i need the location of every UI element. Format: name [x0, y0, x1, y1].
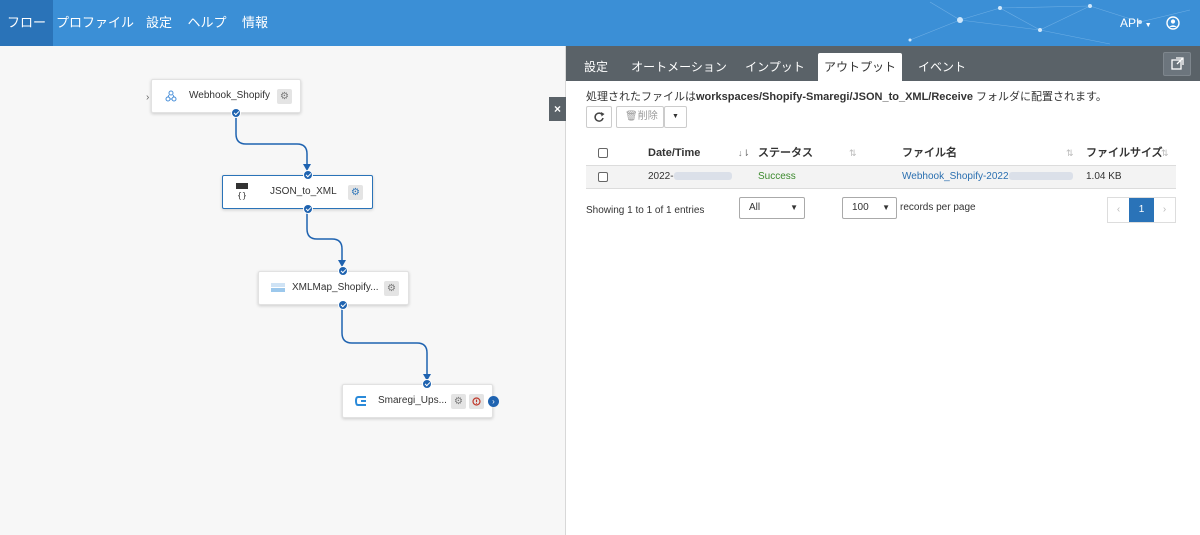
pagination: ‹ 1 › — [1107, 197, 1176, 223]
row-checkbox[interactable] — [598, 172, 608, 182]
gear-icon[interactable]: ⚙ — [384, 281, 399, 296]
per-page-label: records per page — [900, 202, 976, 213]
flow-node-json-to-xml[interactable]: {} JSON_to_XML ⚙ — [222, 170, 373, 214]
webhook-icon — [164, 89, 180, 103]
delete-label: 削除 — [637, 111, 658, 122]
gear-icon[interactable]: ⚙ — [277, 89, 292, 104]
caret-down-icon: ▼ — [1144, 22, 1152, 29]
nav-flow[interactable]: フロー — [0, 0, 53, 46]
refresh-icon — [594, 112, 605, 122]
smaregi-icon — [354, 394, 370, 408]
col-filename[interactable]: ファイル名 — [902, 141, 957, 165]
sort-icon[interactable]: ⇅ — [849, 141, 857, 165]
sort-icon[interactable]: ⇅ — [1161, 141, 1169, 165]
top-navbar: フロー プロファイル 設定 ヘルプ 情報 API ▼ — [0, 0, 1200, 46]
page-1-button[interactable]: 1 — [1129, 198, 1154, 222]
select-all-checkbox[interactable] — [598, 148, 608, 158]
node-label: JSON_to_XML — [270, 186, 337, 197]
info-path: workspaces/Shopify-Smaregi/JSON_to_XML/R… — [696, 91, 973, 103]
sort-icon[interactable]: ⇅ — [1066, 141, 1074, 165]
svg-text:{}: {} — [237, 191, 247, 200]
cell-filename[interactable]: Webhook_Shopify-2022 — [902, 166, 1073, 188]
gear-icon[interactable]: ⚙ — [451, 394, 466, 409]
caret-down-icon: ▼ — [790, 203, 798, 212]
delete-button[interactable]: 🗑削除 — [616, 106, 664, 128]
gear-icon[interactable]: ⚙ — [348, 185, 363, 200]
tab-automation[interactable]: オートメーション — [626, 53, 732, 81]
json-icon: {} — [235, 183, 251, 200]
cell-status: Success — [758, 171, 796, 182]
next-page-button[interactable]: › — [1154, 198, 1175, 222]
node-label: Webhook_Shopify — [189, 90, 270, 101]
row-divider — [586, 188, 1176, 189]
output-port[interactable] — [303, 204, 313, 214]
nav-settings[interactable]: 設定 — [137, 0, 181, 46]
error-icon[interactable] — [469, 394, 484, 409]
detail-panel: 設定 オートメーション インプット アウトプット イベント 処理されたファイルは… — [566, 46, 1200, 535]
flow-canvas[interactable]: › Webhook_Shopify ⚙ {} JSON_to_XML ⚙ XML… — [0, 46, 566, 535]
caret-down-icon: ▼ — [672, 113, 679, 120]
info-prefix: 処理されたファイルは — [586, 91, 696, 103]
sort-desc-icon[interactable]: ↓⇂ — [738, 141, 750, 165]
prev-page-button[interactable]: ‹ — [1108, 198, 1129, 222]
api-menu[interactable]: API ▼ — [1120, 0, 1152, 46]
delete-dropdown-button[interactable]: ▼ — [664, 106, 687, 128]
chevron-right-icon: › — [146, 92, 150, 103]
filter-value: All — [749, 202, 761, 213]
cell-filesize: 1.04 KB — [1086, 171, 1122, 182]
close-panel-button[interactable]: × — [549, 97, 566, 121]
filter-select[interactable]: All ▼ — [739, 197, 805, 219]
redacted-block — [1008, 172, 1073, 181]
col-status[interactable]: ステータス — [758, 141, 813, 165]
output-port[interactable] — [338, 300, 348, 310]
output-port[interactable] — [231, 108, 241, 118]
refresh-button[interactable] — [586, 106, 612, 128]
datetime-text: 2022- — [648, 171, 674, 182]
nav-info[interactable]: 情報 — [233, 0, 277, 46]
nav-profile[interactable]: プロファイル — [53, 0, 137, 46]
flow-node-smaregi[interactable]: Smaregi_Ups... ⚙ › — [342, 379, 499, 418]
trash-icon: 🗑 — [625, 111, 638, 122]
node-label: XMLMap_Shopify... — [292, 282, 379, 293]
tab-output[interactable]: アウトプット — [818, 53, 902, 81]
output-chevron-icon[interactable]: › — [488, 396, 499, 407]
per-page-value: 100 — [852, 202, 869, 213]
external-link-icon — [1171, 57, 1184, 70]
info-suffix: フォルダに配置されます。 — [972, 91, 1107, 103]
tab-settings[interactable]: 設定 — [572, 53, 620, 81]
cell-datetime: 2022- — [648, 166, 732, 188]
redacted-block — [673, 172, 732, 181]
flow-node-webhook-shopify[interactable]: › Webhook_Shopify ⚙ — [146, 79, 301, 118]
col-datetime[interactable]: Date/Time — [648, 141, 700, 165]
caret-down-icon: ▼ — [882, 203, 890, 212]
table-row[interactable]: 2022- Success Webhook_Shopify-2022 1.04 … — [586, 166, 1176, 188]
external-link-button[interactable] — [1163, 52, 1191, 76]
tab-input[interactable]: インプット — [736, 53, 814, 81]
tab-events[interactable]: イベント — [906, 53, 978, 81]
col-filesize[interactable]: ファイルサイズ — [1086, 141, 1163, 165]
per-page-select[interactable]: 100 ▼ — [842, 197, 897, 219]
tab-bar: 設定 オートメーション インプット アウトプット イベント — [566, 46, 1200, 81]
nav-help[interactable]: ヘルプ — [181, 0, 233, 46]
network-decoration — [908, 1, 1191, 45]
filename-link[interactable]: Webhook_Shopify-2022 — [902, 171, 1009, 182]
node-label: Smaregi_Ups... — [378, 395, 447, 406]
entries-info: Showing 1 to 1 of 1 entries — [586, 205, 705, 216]
user-icon[interactable] — [1166, 16, 1180, 30]
flow-node-xmlmap[interactable]: XMLMap_Shopify... ⚙ — [258, 266, 409, 310]
xmlmap-icon — [270, 281, 286, 295]
output-folder-info: 処理されたファイルはworkspaces/Shopify-Smaregi/JSO… — [586, 88, 1107, 104]
api-label: API — [1120, 16, 1140, 30]
